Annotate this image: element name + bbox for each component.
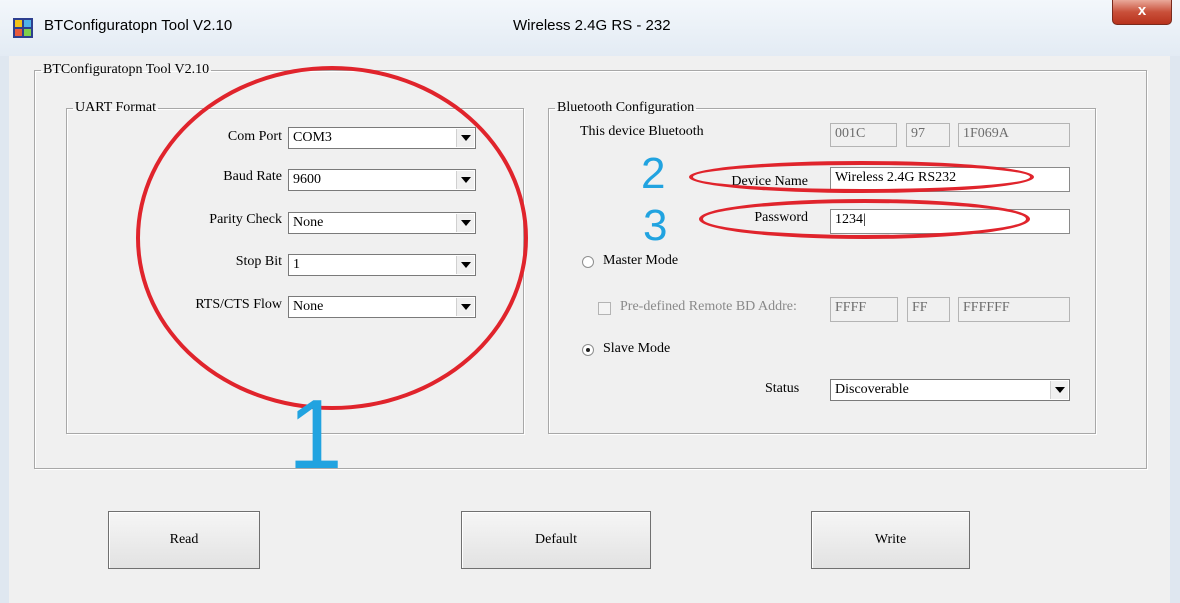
baud-rate-value: 9600 (293, 172, 321, 187)
bd-address-part1: 001C (830, 123, 897, 147)
status-select[interactable]: Discoverable (830, 379, 1070, 401)
stop-bit-select[interactable]: 1 (288, 254, 476, 276)
baud-rate-select[interactable]: 9600 (288, 169, 476, 191)
stop-bit-value: 1 (293, 257, 300, 272)
status-value: Discoverable (835, 382, 909, 397)
chevron-down-icon[interactable] (1050, 381, 1068, 399)
main-group-legend: BTConfiguratopn Tool V2.10 (43, 62, 210, 77)
this-device-label: This device Bluetooth (580, 124, 704, 139)
chevron-down-icon[interactable] (456, 129, 474, 147)
chevron-down-icon[interactable] (456, 256, 474, 274)
device-name-label: Device Name (731, 174, 808, 189)
master-mode-label[interactable]: Master Mode (603, 253, 678, 269)
chevron-down-icon[interactable] (456, 298, 474, 316)
default-button[interactable]: Default (461, 511, 651, 569)
parity-check-value: None (293, 215, 324, 230)
write-button[interactable]: Write (811, 511, 970, 569)
predefined-address-label: Pre-defined Remote BD Addre: (620, 299, 797, 314)
bd-address-part2: 97 (906, 123, 950, 147)
remote-address-part2: FF (907, 297, 950, 322)
com-port-value: COM3 (293, 130, 332, 145)
close-icon: x (1137, 2, 1147, 19)
annotation-number-3: 3 (643, 201, 668, 250)
slave-mode-label[interactable]: Slave Mode (603, 341, 670, 357)
rts-cts-flow-value: None (293, 299, 324, 314)
annotation-number-1: 1 (288, 379, 343, 489)
rts-cts-flow-label: RTS/CTS Flow (195, 297, 282, 312)
read-button[interactable]: Read (108, 511, 260, 569)
stop-bit-label: Stop Bit (235, 254, 282, 269)
close-button[interactable]: x (1112, 0, 1172, 25)
com-port-select[interactable]: COM3 (288, 127, 476, 149)
predefined-address-checkbox (598, 302, 611, 315)
remote-address-part1: FFFF (830, 297, 898, 322)
chevron-down-icon[interactable] (456, 171, 474, 189)
bluetooth-group-legend: Bluetooth Configuration (557, 100, 695, 115)
window-subtitle: Wireless 2.4G RS - 232 (513, 17, 671, 34)
device-name-input[interactable]: Wireless 2.4G RS232 (830, 167, 1070, 192)
password-label: Password (754, 210, 808, 225)
bd-address-part3: 1F069A (958, 123, 1070, 147)
rts-cts-flow-select[interactable]: None (288, 296, 476, 318)
baud-rate-label: Baud Rate (223, 169, 282, 184)
chevron-down-icon[interactable] (456, 214, 474, 232)
uart-group-legend: UART Format (75, 100, 156, 115)
remote-address-part3: FFFFFF (958, 297, 1070, 322)
com-port-label: Com Port (227, 129, 282, 144)
window-title: BTConfiguratopn Tool V2.10 (44, 17, 233, 34)
status-label: Status (765, 381, 800, 396)
master-mode-radio[interactable] (582, 256, 594, 268)
parity-check-label: Parity Check (209, 212, 282, 227)
slave-mode-radio[interactable] (582, 344, 594, 356)
password-input[interactable]: 1234| (830, 209, 1070, 234)
app-icon (13, 18, 33, 38)
title-bar[interactable]: BTConfiguratopn Tool V2.10 Wireless 2.4G… (0, 0, 1180, 57)
annotation-number-2: 2 (641, 149, 666, 198)
parity-check-select[interactable]: None (288, 212, 476, 234)
